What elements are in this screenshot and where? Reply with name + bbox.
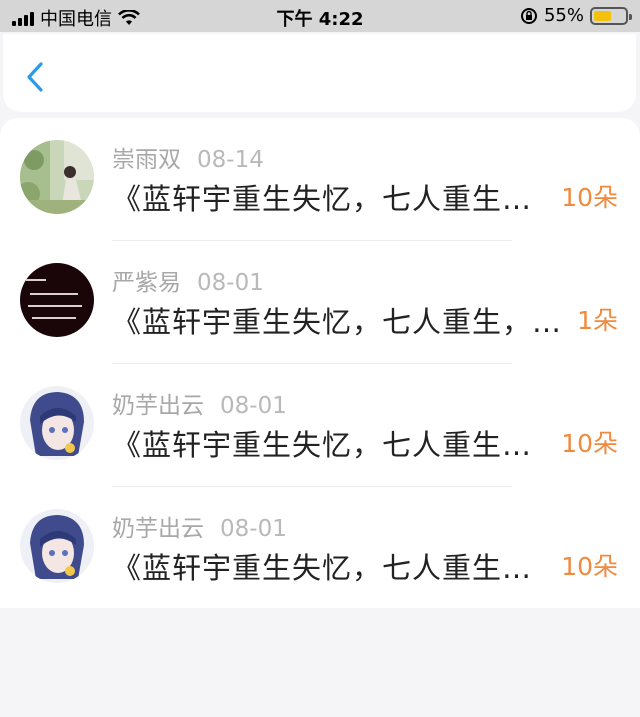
flower-gift-list: 崇雨双 08-14 《蓝轩宇重生失忆，七人重生，苏醒后大闹三天 10朵 严紫易 08… — [0, 118, 640, 608]
battery-icon — [590, 6, 632, 25]
status-right: 55% — [520, 5, 632, 26]
battery-level — [594, 10, 611, 21]
date: 08-01 — [220, 393, 287, 419]
battery-percent: 55% — [543, 5, 584, 26]
flower-count: 10朵 — [561, 183, 618, 212]
story-title[interactable]: 《蓝轩宇重生失忆，七人重生，苏醒后大闹三天 — [112, 299, 574, 341]
status-bar: 中国电信 下午 4:22 55% — [0, 0, 640, 32]
flower-count: 10朵 — [561, 429, 618, 458]
user-line: 严紫易 08-01 — [112, 263, 264, 297]
list-item[interactable]: 严紫易 08-01 《蓝轩宇重生失忆，七人重生，苏醒后大闹三天 1朵 — [0, 241, 640, 364]
back-button[interactable] — [21, 60, 51, 94]
list-item[interactable]: 奶芋出云 08-01 《蓝轩宇重生失忆，七人重生，苏醒后大闹三天 10朵 — [0, 487, 640, 610]
user-line: 崇雨双 08-14 — [112, 140, 264, 174]
avatar[interactable] — [20, 386, 94, 460]
date: 08-01 — [220, 516, 287, 542]
story-title[interactable]: 《蓝轩宇重生失忆，七人重生，苏醒后大闹三天 — [112, 176, 542, 218]
story-title[interactable]: 《蓝轩宇重生失忆，七人重生，苏醒后大闹三天 — [112, 545, 542, 587]
chevron-left-icon — [27, 62, 43, 92]
rotation-lock-icon — [520, 7, 537, 24]
username[interactable]: 奶芋出云 — [112, 393, 204, 419]
flower-count: 1朵 — [577, 306, 618, 335]
date: 08-01 — [197, 270, 264, 296]
username[interactable]: 崇雨双 — [112, 147, 181, 173]
avatar[interactable] — [20, 140, 94, 214]
user-line: 奶芋出云 08-01 — [112, 509, 287, 543]
list-item[interactable]: 崇雨双 08-14 《蓝轩宇重生失忆，七人重生，苏醒后大闹三天 10朵 — [0, 118, 640, 241]
flower-count: 10朵 — [561, 552, 618, 581]
username[interactable]: 严紫易 — [112, 270, 181, 296]
date: 08-14 — [197, 147, 264, 173]
list-item[interactable]: 奶芋出云 08-01 《蓝轩宇重生失忆，七人重生，苏醒后大闹三天 10朵 — [0, 364, 640, 487]
username[interactable]: 奶芋出云 — [112, 516, 204, 542]
avatar[interactable] — [20, 263, 94, 337]
story-title[interactable]: 《蓝轩宇重生失忆，七人重生，苏醒后大闹三天 — [112, 422, 542, 464]
avatar[interactable] — [20, 509, 94, 583]
nav-bar — [3, 34, 636, 112]
user-line: 奶芋出云 08-01 — [112, 386, 287, 420]
